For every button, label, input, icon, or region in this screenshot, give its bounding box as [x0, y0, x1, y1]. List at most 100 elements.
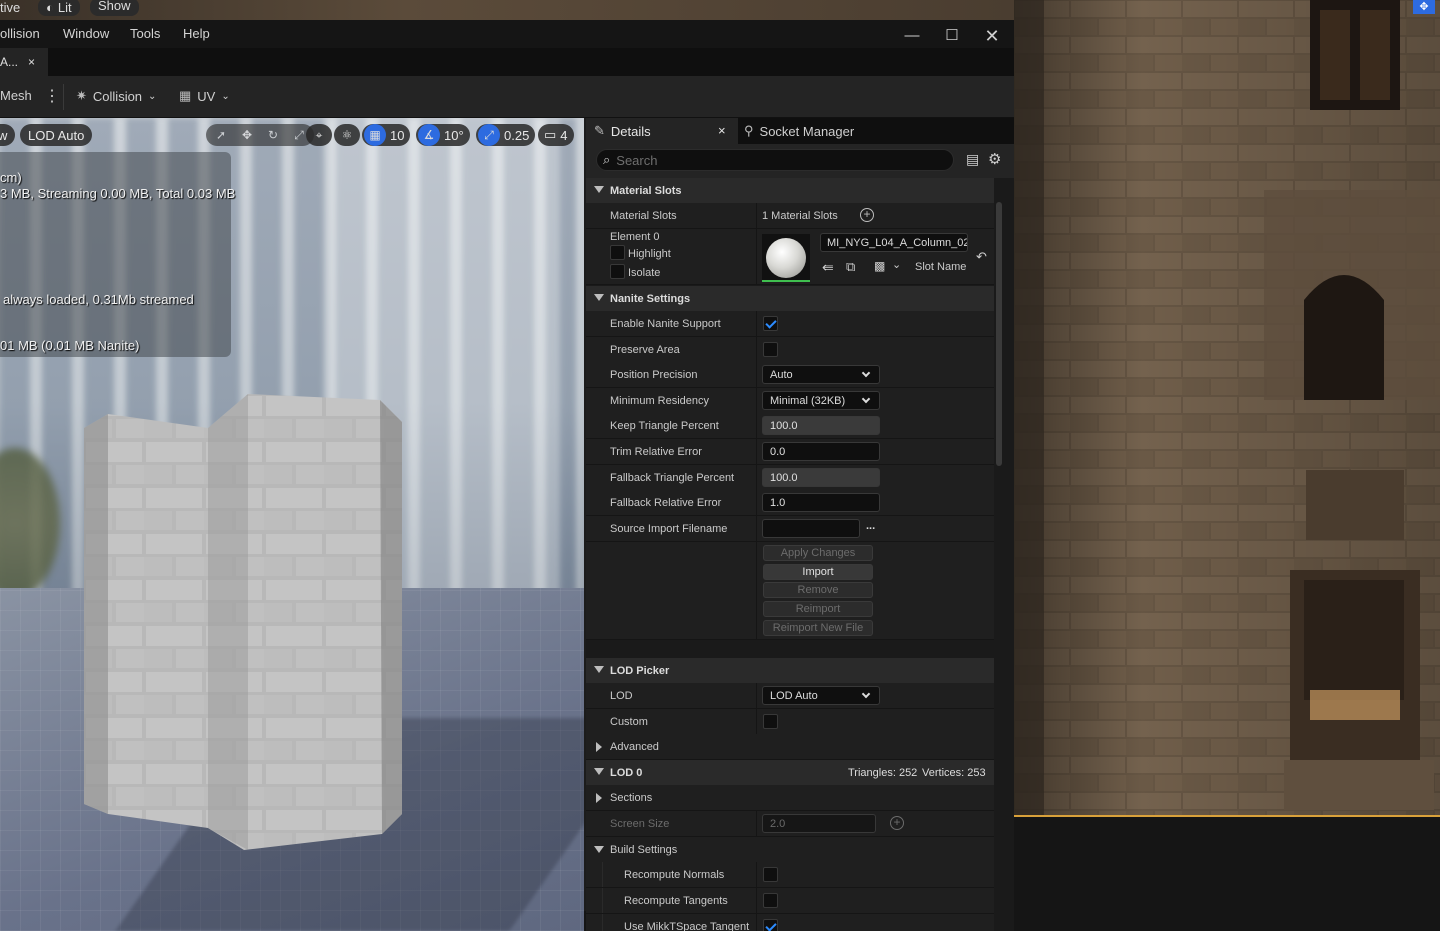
category-label: Material Slots [610, 184, 682, 197]
reimport-button[interactable]: Reimport [763, 601, 873, 617]
column-divider [756, 542, 757, 639]
property-row-fallback-triangle-percent: Fallback Triangle Percent 100.0 [586, 465, 994, 491]
column-divider [756, 862, 757, 887]
preserve-area-checkbox[interactable] [763, 342, 778, 357]
use-mikktspace-checkbox[interactable] [763, 919, 778, 931]
property-row-custom: Custom [586, 709, 994, 735]
category-nanite-settings[interactable]: Nanite Settings [586, 286, 994, 311]
viewport-mode-label[interactable]: tive [0, 0, 20, 15]
details-scrollbar[interactable] [996, 202, 1002, 466]
menu-tools[interactable]: Tools [130, 26, 160, 41]
uv-menu-button[interactable]: ▦ UV ⌄ [179, 88, 230, 104]
settings-gear-icon[interactable]: ⚙ [988, 150, 1001, 168]
details-tab-close-icon[interactable]: × [718, 123, 726, 138]
menu-window[interactable]: Window [63, 26, 109, 41]
reimport-new-file-button[interactable]: Reimport New File [763, 620, 873, 636]
chevron-down-icon[interactable]: ⌄ [892, 258, 901, 271]
asset-document-tab[interactable]: A... × [0, 48, 48, 76]
details-search-row: ⌕ Search ▤ ⚙ [586, 144, 1014, 178]
property-row-preserve-area: Preserve Area [586, 337, 994, 363]
tab-details[interactable]: ✎ Details × [586, 118, 738, 144]
more-options-icon[interactable]: ⋮ [44, 86, 60, 106]
collision-icon: ✷ [76, 88, 87, 103]
camera-speed-button[interactable]: ▭ 4 [538, 124, 574, 146]
fallback-relative-error-field[interactable]: 1.0 [762, 493, 880, 512]
minimum-residency-dropdown[interactable]: Minimal (32KB) [762, 391, 880, 410]
grid-snap-value: 10 [390, 127, 405, 143]
category-lod-picker[interactable]: LOD Picker [586, 658, 994, 683]
scale-snap-icon: ⤢ [478, 124, 500, 146]
mesh-menu-button[interactable]: Mesh [0, 88, 32, 103]
material-options-icon[interactable]: ▩ [874, 259, 885, 273]
rotate-icon[interactable]: ↻ [262, 124, 284, 146]
mesh-viewport[interactable]: w LOD Auto ➚ ✥ ↻ ⤢ ⌖ ⚛ ▦ 10 ∡ 10° ⤢ 0.25… [0, 118, 584, 931]
minimize-icon[interactable]: — [904, 28, 920, 44]
rotation-snap-button[interactable]: ∡ 10° [416, 124, 470, 146]
translate-mode-icon[interactable]: ✥ [1413, 0, 1435, 14]
import-button[interactable]: Import [763, 564, 873, 580]
column-divider [756, 413, 757, 438]
remove-button[interactable]: Remove [763, 582, 873, 598]
property-label: Source Import Filename [610, 523, 728, 535]
property-row-advanced[interactable]: Advanced [586, 734, 994, 760]
select-icon[interactable]: ➚ [210, 124, 232, 146]
use-selected-asset-icon[interactable]: ⇚ [822, 259, 834, 276]
property-label: Enable Nanite Support [610, 318, 721, 330]
lit-mode-button[interactable]: ◐ Lit [38, 0, 80, 16]
recompute-normals-checkbox[interactable] [763, 867, 778, 882]
close-window-icon[interactable]: ✕ [984, 27, 1000, 45]
screen-size-field[interactable]: 2.0 [762, 814, 876, 833]
property-row-build-settings[interactable]: Build Settings [586, 837, 994, 863]
translate-icon[interactable]: ✥ [236, 124, 258, 146]
scale-snap-button[interactable]: ⤢ 0.25 [476, 124, 536, 146]
custom-lod-checkbox[interactable] [763, 714, 778, 729]
column-divider [756, 439, 757, 464]
collision-menu-button[interactable]: ✷ Collision ⌄ [76, 88, 156, 104]
category-material-slots[interactable]: Material Slots [586, 178, 994, 203]
menu-collision[interactable]: ollision [0, 26, 40, 41]
apply-changes-button[interactable]: Apply Changes [763, 545, 873, 561]
property-row-lod: LOD LOD Auto [586, 683, 994, 709]
fallback-triangle-percent-field[interactable]: 100.0 [762, 468, 880, 487]
reset-to-default-icon[interactable]: ↶ [976, 249, 987, 265]
vertex-count: Vertices: 253 [922, 767, 986, 779]
position-precision-dropdown[interactable]: Auto [762, 365, 880, 384]
maximize-icon[interactable]: ☐ [944, 28, 960, 44]
details-search-input[interactable]: ⌕ Search [596, 149, 954, 171]
surface-snap-toggle[interactable]: ⚛ [334, 124, 360, 146]
property-matrix-icon[interactable]: ▤ [966, 151, 979, 168]
show-button[interactable]: Show [90, 0, 139, 16]
add-screen-size-icon[interactable]: + [890, 816, 904, 830]
stone-column-mesh[interactable] [84, 394, 404, 854]
collision-label: Collision [92, 88, 143, 104]
property-row-sections[interactable]: Sections [586, 785, 994, 811]
source-import-filename-field[interactable] [762, 519, 860, 538]
expand-arrow-icon [594, 666, 604, 673]
material-sphere-preview [766, 238, 806, 278]
trim-relative-error-field[interactable]: 0.0 [762, 442, 880, 461]
tab-socket-manager[interactable]: ⚲ Socket Manager [744, 118, 854, 144]
expand-arrow-icon [594, 846, 604, 853]
recompute-tangents-checkbox[interactable] [763, 893, 778, 908]
asset-tab-close-icon[interactable]: × [28, 55, 35, 69]
lod-auto-button[interactable]: LOD Auto [20, 124, 93, 146]
lod-dropdown[interactable]: LOD Auto [762, 686, 880, 705]
menu-help[interactable]: Help [183, 26, 210, 41]
asset-tab-label: A... [0, 55, 19, 69]
grid-snap-button[interactable]: ▦ 10 [362, 124, 411, 146]
local-world-toggle[interactable]: ⌖ [306, 124, 332, 146]
highlight-checkbox[interactable] [610, 245, 625, 260]
browse-asset-icon[interactable]: ⧉ [846, 259, 855, 275]
column-divider [756, 888, 757, 913]
add-material-slot-icon[interactable]: + [860, 208, 874, 222]
material-thumbnail[interactable] [762, 234, 810, 282]
enable-nanite-checkbox[interactable] [763, 316, 778, 331]
background-building-viewport [1014, 0, 1440, 911]
keep-triangle-percent-field[interactable]: 100.0 [762, 416, 880, 435]
property-label: Material Slots [610, 210, 677, 222]
isolate-checkbox[interactable] [610, 264, 625, 279]
material-asset-picker[interactable]: MI_NYG_L04_A_Column_02_0 [820, 233, 968, 252]
property-row-fallback-relative-error: Fallback Relative Error 1.0 [586, 490, 994, 516]
category-lod-0[interactable]: LOD 0 Triangles: 252 Vertices: 253 [586, 760, 994, 785]
browse-file-button[interactable]: ... [866, 520, 875, 532]
